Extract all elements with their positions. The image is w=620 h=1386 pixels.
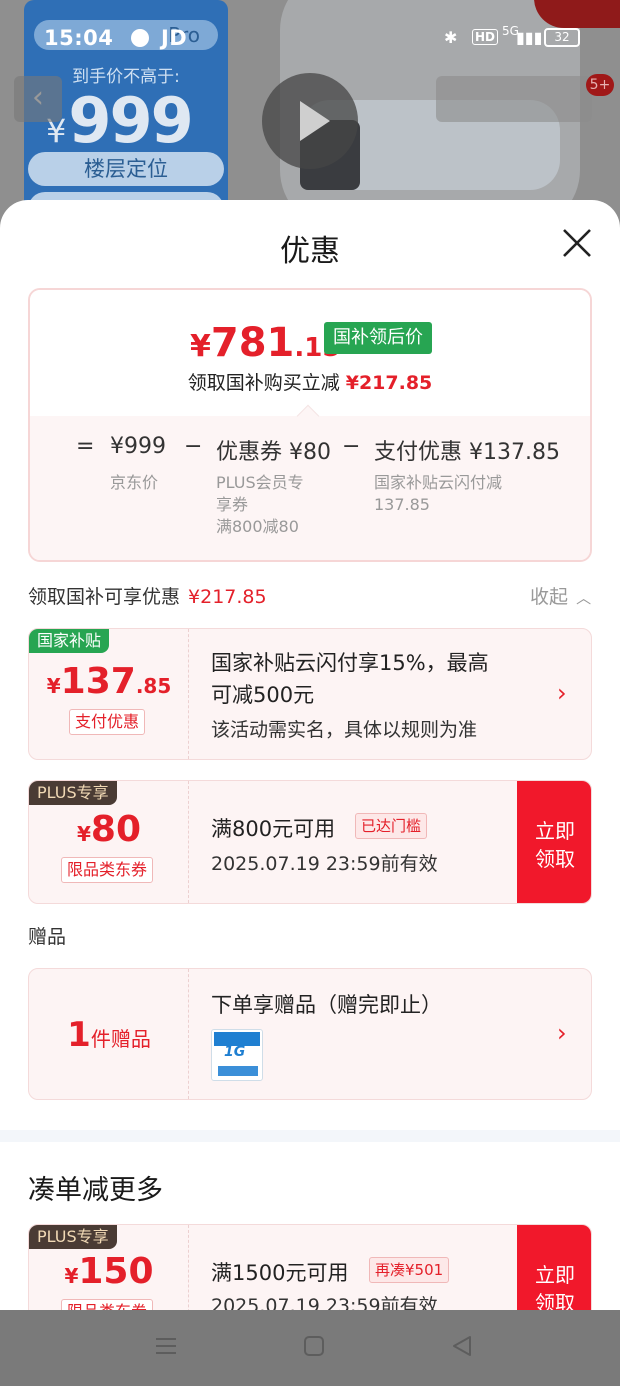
- payment-discount: 支付优惠 ¥137.85: [374, 440, 560, 465]
- amount-needed-tag: 再凑¥501: [369, 1257, 450, 1283]
- more-discounts-title: 凑单减更多: [28, 1175, 163, 1206]
- gift-count: 1件赠品: [67, 1015, 151, 1055]
- subsidy-amount: ¥137.85: [46, 661, 172, 702]
- bluetooth-icon: ✱: [444, 28, 458, 47]
- app-notification-icon: [131, 29, 150, 47]
- promo-price: ¥999: [46, 84, 194, 157]
- signal-icon: ▮▮▮: [516, 28, 543, 47]
- cart-badge: 5+: [586, 74, 614, 96]
- play-video-icon[interactable]: [262, 73, 358, 169]
- collapse-toggle[interactable]: 收起 ︿: [530, 582, 591, 609]
- system-navigation-bar: [0, 1310, 620, 1386]
- coupon-discount: 优惠券 ¥80: [216, 440, 331, 465]
- claim-more-coupon-button[interactable]: 立即 领取: [517, 1225, 591, 1310]
- coupon-condition: 满800元可用: [211, 817, 336, 841]
- category-coupon-badge: 限品类东券: [61, 1299, 154, 1310]
- plus-exclusive-tag: PLUS专享: [29, 1225, 117, 1249]
- payment-discount-badge: 支付优惠: [69, 709, 146, 735]
- plus-exclusive-tag: PLUS专享: [29, 781, 117, 805]
- gift-card[interactable]: 1件赠品 下单享赠品（赠完即止） 1G ›: [28, 968, 592, 1100]
- status-time: 15:04 JD: [44, 26, 188, 50]
- subsidy-rule-note: 该活动需实名，具体以规则为准: [211, 719, 478, 741]
- minus-sign: −: [342, 434, 361, 459]
- back-arrow-icon[interactable]: ‹: [14, 76, 62, 122]
- base-price: ¥999: [110, 434, 166, 459]
- top-actions-bar: [436, 76, 592, 122]
- equals-sign: =: [76, 434, 95, 459]
- gift-card-left: 1件赠品: [29, 969, 189, 1099]
- subsidy-description: 国家补贴云闪付享15%，最高 可减500元: [211, 651, 489, 707]
- coupon-amount: ¥80: [76, 809, 142, 850]
- gift-description: 下单享赠品（赠完即止）: [211, 993, 442, 1017]
- sheet-title: 优惠: [280, 234, 340, 269]
- section-divider: [0, 1130, 620, 1142]
- gift-section-title: 赠品: [28, 926, 67, 948]
- claim-coupon-button[interactable]: 立即 领取: [517, 781, 591, 903]
- chevron-right-icon[interactable]: ›: [557, 1019, 567, 1047]
- battery-icon: 32: [544, 28, 580, 47]
- final-price: ¥781.15: [190, 320, 341, 366]
- subsidy-card[interactable]: 国家补贴 ¥137.85 支付优惠 国家补贴云闪付享15%，最高 可减500元 …: [28, 628, 592, 760]
- threshold-reached-tag: 已达门槛: [355, 813, 428, 839]
- summary-description: 领取国补购买立减 ¥217.85: [187, 372, 433, 394]
- payment-discount-note: 国家补贴云闪付减 137.85: [374, 473, 503, 514]
- close-icon[interactable]: [560, 226, 594, 260]
- home-icon[interactable]: [302, 1334, 326, 1358]
- coupon-card: PLUS专享 ¥80 限品类东券 满800元可用 已达门槛 2025.07.19…: [28, 780, 592, 904]
- base-price-label: 京东价: [110, 473, 159, 492]
- category-coupon-badge: 限品类东券: [61, 857, 154, 883]
- subsidy-price-tag: 国补领后价: [324, 322, 432, 354]
- coupon-card-left: PLUS专享 ¥80 限品类东券: [29, 781, 189, 903]
- chevron-right-icon[interactable]: ›: [557, 679, 567, 707]
- more-coupon-validity: 2025.07.19 23:59前有效: [211, 1295, 438, 1310]
- summary-header: ¥781.15 国补领后价 领取国补购买立减 ¥217.85: [30, 290, 590, 416]
- more-coupon-condition: 满1500元可用: [211, 1261, 349, 1285]
- coupon-validity: 2025.07.19 23:59前有效: [211, 853, 438, 875]
- coupon-discount-note: PLUS会员专 享券 满800减80: [216, 473, 304, 536]
- subsidy-section-title: 领取国补可享优惠 ¥217.85: [28, 586, 267, 608]
- floor-locate-button[interactable]: 楼层定位: [28, 152, 224, 186]
- more-coupon-card-left: PLUS专享 ¥150 限品类东券: [29, 1225, 189, 1310]
- discount-sheet: 优惠 ¥781.15 国补领后价 领取国补购买立减 ¥217.85 = ¥999 …: [0, 200, 620, 1310]
- minus-sign: −: [184, 434, 203, 459]
- hd-icon: HD: [472, 29, 499, 45]
- status-bar: 15:04 JD ✱ HD 5G ▮▮▮ 32: [0, 0, 620, 70]
- more-coupon-card: PLUS专享 ¥150 限品类东券 满1500元可用 再凑¥501 2025.0…: [28, 1224, 592, 1310]
- price-summary: ¥781.15 国补领后价 领取国补购买立减 ¥217.85 = ¥999 京东价…: [28, 288, 592, 562]
- more-coupon-amount: ¥150: [64, 1251, 154, 1292]
- gift-thumbnail: 1G: [211, 1029, 263, 1081]
- chevron-up-icon: ︿: [576, 589, 592, 607]
- subsidy-tag: 国家补贴: [29, 629, 110, 653]
- back-icon[interactable]: [450, 1334, 474, 1358]
- menu-icon[interactable]: [154, 1334, 178, 1358]
- price-breakdown: = ¥999 京东价 − 优惠券 ¥80 PLUS会员专 享券 满800减80 …: [30, 416, 590, 560]
- subsidy-card-left: 国家补贴 ¥137.85 支付优惠: [29, 629, 189, 759]
